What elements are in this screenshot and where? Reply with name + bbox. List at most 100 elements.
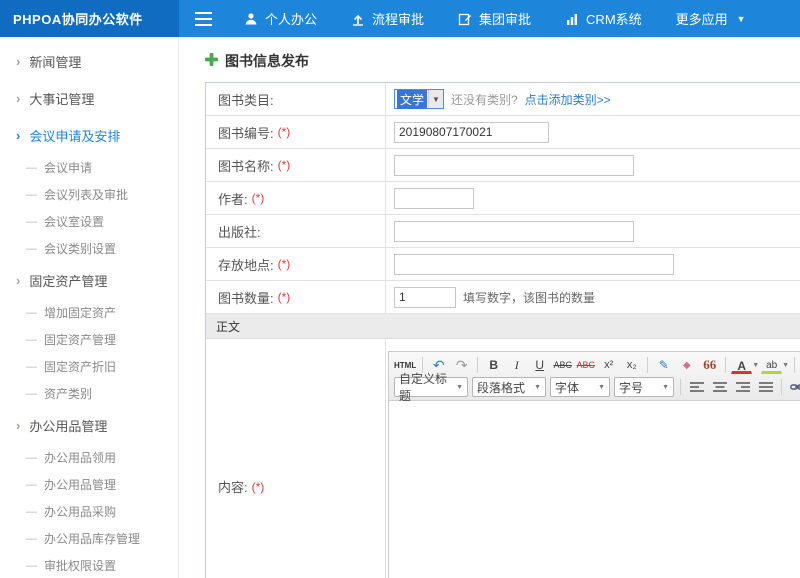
nav-personal-office[interactable]: 个人办公 (227, 0, 334, 37)
sidebar-item-office-supplies-mgmt[interactable]: 办公用品管理 (0, 407, 178, 444)
format-painter-button[interactable]: ✎ (653, 355, 674, 375)
sidebar-item-label: 大事记管理 (29, 89, 94, 108)
align-left-button[interactable] (686, 377, 707, 397)
storage-location-input[interactable] (394, 254, 674, 275)
sidebar-item-supplies-inventory-mgmt[interactable]: 办公用品库存管理 (0, 525, 178, 552)
field-label: 内容: (*) (206, 339, 386, 578)
redo-button[interactable]: ↷ (451, 355, 472, 375)
form-row-location: 存放地点: (*) (206, 248, 800, 281)
label-text: 图书名称: (218, 156, 274, 175)
book-name-input[interactable] (394, 155, 634, 176)
strikethrough-button[interactable]: ABC (552, 355, 573, 375)
top-navigation: 个人办公 流程审批 集团审批 CRM系统 更多应用 ▼ (227, 0, 763, 37)
custom-title-dropdown[interactable]: 自定义标题 (394, 377, 468, 397)
dash-prefix (26, 361, 37, 373)
chevron-right-icon (16, 129, 20, 142)
quantity-input[interactable] (394, 287, 456, 308)
publisher-input[interactable] (394, 221, 634, 242)
align-justify-button[interactable] (755, 377, 776, 397)
dash-prefix (26, 162, 37, 174)
superscript-button[interactable]: x² (598, 355, 619, 375)
nav-crm-system[interactable]: CRM系统 (548, 0, 659, 37)
underline-button[interactable]: U (529, 355, 550, 375)
sidebar-item-fixed-assets-mgmt[interactable]: 固定资产管理 (0, 262, 178, 299)
nav-group-approval[interactable]: 集团审批 (441, 0, 548, 37)
sidebar-item-add-fixed-asset[interactable]: 增加固定资产 (0, 299, 178, 326)
main-content: 图书信息发布 图书类目: 文学 ▼ 还没有类别? 点击添加类别>> 图书编号: … (180, 37, 800, 578)
sidebar-item-asset-category[interactable]: 资产类别 (0, 380, 178, 407)
sidebar-item-label: 会议申请 (44, 159, 92, 176)
dash-prefix (26, 560, 37, 572)
sidebar-item-approval-permission-settings[interactable]: 审批权限设置 (0, 552, 178, 578)
sidebar-item-label: 增加固定资产 (44, 304, 116, 321)
topbar: PHPOA协同办公软件 个人办公 流程审批 集团审批 CRM系统 更多应用 ▼ (0, 0, 800, 37)
align-center-button[interactable] (709, 377, 730, 397)
nav-label: 个人办公 (265, 9, 317, 28)
sidebar-item-supplies-mgmt[interactable]: 办公用品管理 (0, 471, 178, 498)
font-size-dropdown[interactable]: 字号 (614, 377, 674, 397)
remove-format-button[interactable]: ABC (575, 355, 596, 375)
sidebar-item-meeting-room-settings[interactable]: 会议室设置 (0, 208, 178, 235)
sidebar: 新闻管理 大事记管理 会议申请及安排 会议申请 会议列表及审批 会议室设置 会议… (0, 37, 179, 578)
sidebar-item-meeting-mgmt[interactable]: 会议申请及安排 (0, 117, 178, 154)
form-row-quantity: 图书数量: (*) 填写数字，该图书的数量 (206, 281, 800, 314)
editor-content-area[interactable] (389, 401, 800, 578)
subscript-button[interactable]: x₂ (621, 355, 642, 375)
sidebar-item-label: 会议列表及审批 (44, 186, 128, 203)
bar-chart-icon (565, 12, 579, 26)
link-button[interactable] (787, 377, 800, 397)
label-text: 存放地点: (218, 255, 274, 274)
nav-workflow-approval[interactable]: 流程审批 (334, 0, 441, 37)
clear-doc-button[interactable]: ◆ (676, 355, 697, 375)
sidebar-item-news-mgmt[interactable]: 新闻管理 (0, 43, 178, 80)
sidebar-item-meeting-list-approval[interactable]: 会议列表及审批 (0, 181, 178, 208)
book-number-input[interactable] (394, 122, 549, 143)
author-input[interactable] (394, 188, 474, 209)
sidebar-item-label: 新闻管理 (29, 52, 81, 71)
sidebar-item-label: 审批权限设置 (44, 557, 116, 574)
sidebar-item-label: 固定资产折旧 (44, 358, 116, 375)
sidebar-item-meeting-apply[interactable]: 会议申请 (0, 154, 178, 181)
sidebar-item-events-mgmt[interactable]: 大事记管理 (0, 80, 178, 117)
font-family-dropdown[interactable]: 字体 (550, 377, 610, 397)
sidebar-item-supplies-requisition[interactable]: 办公用品领用 (0, 444, 178, 471)
nav-label: 集团审批 (479, 9, 531, 28)
menu-toggle-icon[interactable] (179, 0, 227, 37)
sidebar-item-asset-depreciation[interactable]: 固定资产折旧 (0, 353, 178, 380)
dash-prefix (26, 189, 37, 201)
dash-prefix (26, 506, 37, 518)
app-logo: PHPOA协同办公软件 (0, 0, 179, 37)
label-text: 图书类目: (218, 90, 274, 109)
align-right-button[interactable] (732, 377, 753, 397)
paragraph-format-dropdown[interactable]: 段落格式 (472, 377, 546, 397)
form-row-book-name: 图书名称: (*) (206, 149, 800, 182)
category-select-value: 文学 (397, 90, 427, 109)
sidebar-item-label: 资产类别 (44, 385, 92, 402)
highlight-color-button[interactable]: ab (761, 359, 782, 374)
chevron-down-icon[interactable]: ▼ (752, 362, 759, 369)
nav-label: 流程审批 (372, 9, 424, 28)
sidebar-item-supplies-purchase[interactable]: 办公用品采购 (0, 498, 178, 525)
chevron-down-icon[interactable]: ▼ (782, 362, 789, 369)
field-area (386, 215, 800, 247)
italic-button[interactable]: I (506, 355, 527, 375)
toolbar-separator (647, 357, 648, 373)
book-form: 图书类目: 文学 ▼ 还没有类别? 点击添加类别>> 图书编号: (*) (205, 82, 800, 578)
nav-more-apps[interactable]: 更多应用 ▼ (659, 0, 763, 37)
sidebar-item-fixed-asset-mgmt[interactable]: 固定资产管理 (0, 326, 178, 353)
blockquote-button[interactable]: 66 (699, 355, 720, 375)
required-mark: (*) (252, 480, 265, 494)
form-row-publisher: 出版社: (206, 215, 800, 248)
plus-icon (205, 53, 218, 69)
toolbar-separator (477, 357, 478, 373)
sidebar-item-meeting-category-settings[interactable]: 会议类别设置 (0, 235, 178, 262)
page-title-text: 图书信息发布 (225, 51, 309, 71)
form-row-content: 内容: (*) HTML ↶ ↷ B I U (206, 339, 800, 578)
sidebar-item-label: 会议室设置 (44, 213, 104, 230)
add-category-link[interactable]: 点击添加类别>> (525, 91, 611, 108)
nav-label: CRM系统 (586, 9, 642, 28)
field-area (386, 149, 800, 181)
bold-button[interactable]: B (483, 355, 504, 375)
category-select[interactable]: 文学 ▼ (394, 89, 444, 109)
font-color-button[interactable]: A (731, 359, 752, 374)
